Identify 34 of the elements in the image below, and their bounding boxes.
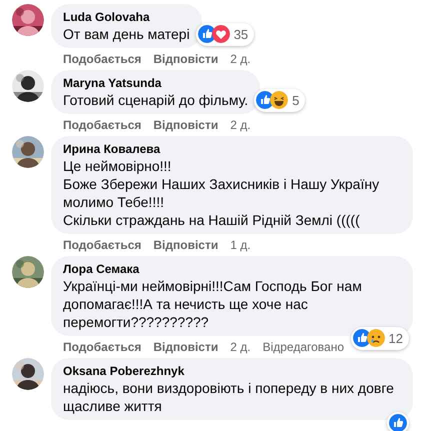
action-link[interactable]: Подобається xyxy=(63,339,142,355)
comment-text: От вам день матері xyxy=(63,25,190,43)
author-name[interactable]: Maryna Yatsunda xyxy=(63,75,248,91)
reactions-badge[interactable] xyxy=(387,412,409,431)
laughing-face-icon xyxy=(270,91,288,110)
action-link[interactable]: Відповісти xyxy=(153,51,218,67)
action-link[interactable]: Відповісти xyxy=(153,237,218,253)
reactions-badge[interactable]: 5 xyxy=(254,88,306,112)
action-link[interactable]: Подобається xyxy=(63,117,142,133)
timestamp[interactable]: 2 д. xyxy=(230,117,251,133)
author-name[interactable]: Oksana Poberezhnyk xyxy=(63,363,401,379)
edited-label: Відредаговано xyxy=(262,339,344,355)
reaction-count: 5 xyxy=(291,92,300,110)
comment-text: Скільки страждань на Нашій Рідній Землі ((((( xyxy=(63,211,361,229)
reaction-count: 12 xyxy=(388,330,404,348)
comment-text: Боже Збережи Наших Захисників і Нашу Україну молимо Тебе!!!! xyxy=(63,175,380,211)
reactions-badge[interactable]: 35 xyxy=(196,22,254,46)
author-name[interactable]: Лора Семака xyxy=(63,261,401,277)
thumbs-up-icon xyxy=(389,414,407,431)
comment-text: Готовий сценарій до фільму. xyxy=(63,91,248,109)
action-link[interactable]: Відповісти xyxy=(153,117,218,133)
sad-face-icon xyxy=(366,329,385,348)
reaction-count: 35 xyxy=(232,26,250,44)
author-name[interactable]: Luda Golovaha xyxy=(63,9,190,25)
comment-text: Це неймовірно!!! xyxy=(63,157,172,175)
action-link[interactable]: Відповісти xyxy=(153,339,218,355)
action-link[interactable]: Подобається xyxy=(63,51,142,67)
timestamp[interactable]: 2 д. xyxy=(230,339,251,355)
timestamp[interactable]: 2 д. xyxy=(230,51,251,67)
reactions-badge[interactable]: 12 xyxy=(350,326,409,350)
comment-text: надіюсь, вони виздоровіють і попереду в них довге щасливе життя xyxy=(63,379,395,415)
author-name[interactable]: Ирина Ковалева xyxy=(63,141,401,157)
timestamp[interactable]: 1 д. xyxy=(230,237,251,253)
action-link[interactable]: Подобається xyxy=(63,237,142,253)
